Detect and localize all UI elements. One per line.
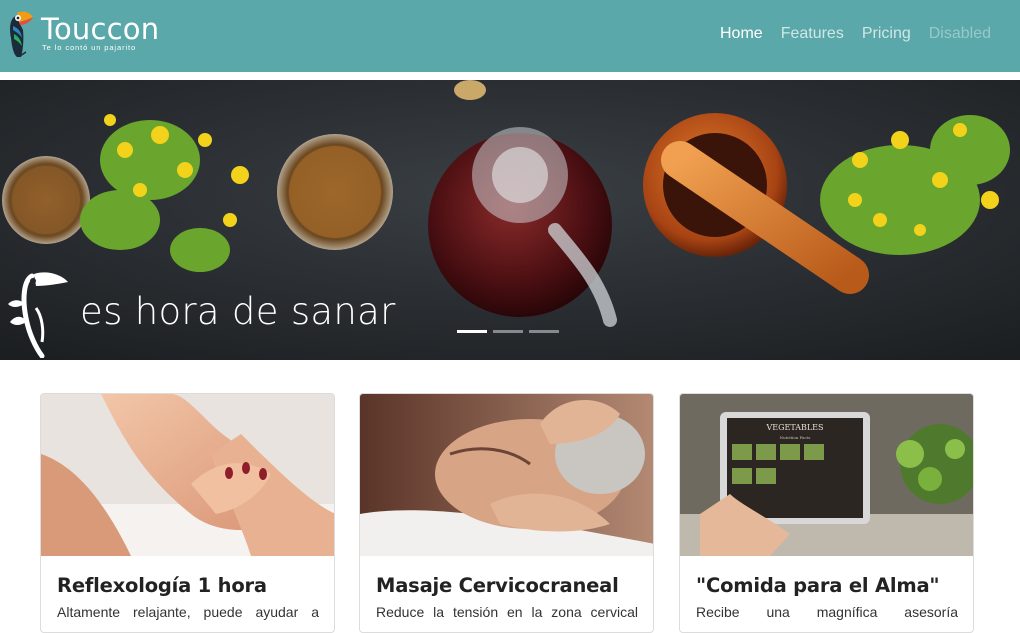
card-image-foot-massage xyxy=(41,394,334,556)
navbar: Touccon Te lo contó un pajarito Home Fea… xyxy=(0,0,1020,72)
nav-link-pricing[interactable]: Pricing xyxy=(853,24,920,44)
nav-link-disabled: Disabled xyxy=(928,25,991,42)
toucan-logo-icon xyxy=(10,11,33,57)
card-text: Recibe una magnífica asesoría xyxy=(696,604,958,620)
card-image-tablet-vegetables: VEGETABLES Nutrition Facts xyxy=(680,394,973,556)
tablet-subheading: Nutrition Facts xyxy=(780,435,811,440)
card-title: Reflexología 1 hora xyxy=(57,574,267,597)
carousel-indicator-3[interactable] xyxy=(529,330,559,333)
brand-tagline: Te lo contó un pajarito xyxy=(42,43,137,52)
brand-link[interactable]: Touccon Te lo contó un pajarito xyxy=(8,8,160,60)
card-reflexology[interactable]: Reflexología 1 hora Altamente relajante,… xyxy=(40,393,335,633)
tablet-heading: VEGETABLES xyxy=(765,423,823,432)
carousel-indicator-2[interactable] xyxy=(493,330,523,333)
card-comida-para-el-alma[interactable]: VEGETABLES Nutrition Facts "Comida para … xyxy=(679,393,974,633)
carousel-indicator-1[interactable] xyxy=(457,330,487,333)
main-nav: Home Features Pricing Disabled xyxy=(711,24,1000,44)
carousel-indicators xyxy=(457,330,559,333)
card-text: Reduce la tensión en la zona cervical xyxy=(376,604,638,620)
nav-link-home[interactable]: Home xyxy=(711,24,772,44)
hero-carousel[interactable]: es hora de sanar xyxy=(0,80,1020,360)
hero-caption: es hora de sanar xyxy=(80,290,396,333)
nav-link-features[interactable]: Features xyxy=(772,24,853,44)
card-title: Masaje Cervicocraneal xyxy=(376,574,619,597)
card-cervicocranial-massage[interactable]: Masaje Cervicocraneal Reduce la tensión … xyxy=(359,393,654,633)
brand-name: Touccon xyxy=(41,12,160,46)
card-image-head-massage xyxy=(360,394,653,556)
toucan-icon xyxy=(8,272,68,358)
card-text: Altamente relajante, puede ayudar a xyxy=(57,604,319,620)
card-title: "Comida para el Alma" xyxy=(696,574,940,597)
